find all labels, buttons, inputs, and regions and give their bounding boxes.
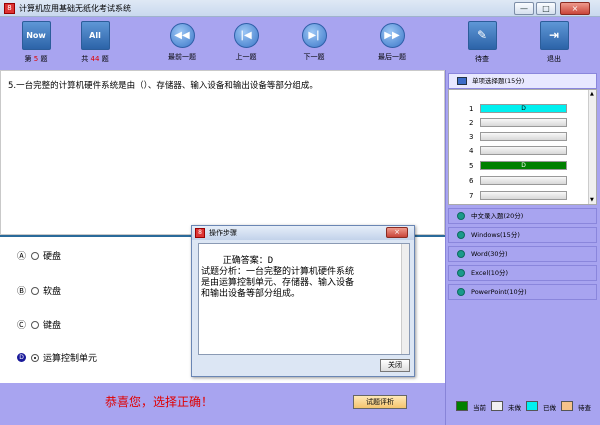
- option-b-label: 软盘: [43, 287, 62, 297]
- question-list-scrollbar[interactable]: ▲ ▼: [588, 90, 596, 204]
- legend-pending-swatch: [561, 401, 573, 411]
- total-questions-indicator: All 共 44 题: [78, 17, 112, 70]
- question-status-bar[interactable]: [480, 146, 567, 155]
- legend-current-swatch: [456, 401, 468, 411]
- option-c[interactable]: Ⓒ 键盘: [17, 318, 61, 331]
- dialog-titlebar: 8 操作步骤 ×: [192, 226, 414, 240]
- question-row-1[interactable]: 1 D: [449, 102, 589, 116]
- option-d-label: 运算控制单元: [43, 354, 98, 364]
- feedback-bar: 恭喜您，选择正确！ 试题评析: [0, 383, 445, 425]
- section-dot-icon: [457, 231, 465, 239]
- section-word[interactable]: Word(30分): [448, 246, 597, 262]
- question-row-5[interactable]: 5 D: [449, 159, 589, 173]
- exit-button[interactable]: ⇥ 退出: [538, 17, 570, 70]
- scroll-down-icon[interactable]: ▼: [590, 197, 594, 203]
- option-c-label: 键盘: [43, 321, 62, 331]
- option-a[interactable]: Ⓐ 硬盘: [17, 249, 61, 262]
- question-row-3[interactable]: 3: [449, 130, 589, 144]
- question-row-2[interactable]: 2: [449, 116, 589, 130]
- dialog-body-text: 正确答案：D 试题分析：一台完整的计算机硬件系统 是由运算控制单元、存储器、输入…: [201, 256, 355, 299]
- now-icon: Now: [21, 21, 51, 50]
- exit-icon: ⇥: [539, 21, 569, 50]
- prev-icon: |◀: [233, 23, 259, 48]
- pending-button[interactable]: ✎ 待查: [466, 17, 498, 70]
- close-window-button[interactable]: ×: [560, 2, 590, 15]
- question-navigator: 单项选择题(15分) 1 D 2 3 4 5 D 6 7 ▲ ▼ 中文录入题(2…: [445, 70, 600, 425]
- all-icon: All: [80, 21, 110, 50]
- analyze-button[interactable]: 试题评析: [353, 395, 407, 409]
- option-b[interactable]: Ⓑ 软盘: [17, 284, 61, 297]
- question-status-bar[interactable]: D: [480, 161, 567, 170]
- section-windows[interactable]: Windows(15分): [448, 227, 597, 243]
- dialog-scrollbar[interactable]: [401, 244, 409, 354]
- scroll-up-icon[interactable]: ▲: [590, 91, 594, 97]
- total-questions-label: 共 44 题: [81, 55, 109, 63]
- question-row-6[interactable]: 6: [449, 174, 589, 188]
- section-dot-icon: [457, 250, 465, 258]
- app-icon: 8: [4, 3, 15, 14]
- first-question-button[interactable]: ◀◀ 最前一题: [164, 17, 200, 70]
- current-question-label: 第 5 题: [24, 55, 48, 63]
- window-titlebar: 8 计算机应用基础无纸化考试系统 — □ ×: [0, 0, 600, 17]
- question-row-4[interactable]: 4: [449, 144, 589, 158]
- option-letter: Ⓑ: [17, 287, 27, 297]
- option-d[interactable]: D 运算控制单元: [17, 351, 97, 364]
- dialog-close-icon[interactable]: ×: [386, 227, 408, 238]
- question-status-bar[interactable]: D: [480, 104, 567, 113]
- option-c-radio[interactable]: [31, 320, 39, 329]
- dialog-title: 操作步骤: [209, 229, 237, 237]
- question-status-bar[interactable]: [480, 176, 567, 185]
- question-list: 1 D 2 3 4 5 D 6 7 ▲ ▼: [448, 89, 597, 205]
- prev-question-button[interactable]: |◀ 上一题: [230, 17, 262, 70]
- next-question-button[interactable]: ▶| 下一题: [298, 17, 330, 70]
- option-letter: D: [17, 353, 26, 362]
- option-letter: Ⓒ: [17, 321, 27, 331]
- total-questions-number: 44: [90, 55, 100, 63]
- question-status-bar[interactable]: [480, 118, 567, 127]
- toolbar: Now 第 5 题 All 共 44 题 ◀◀ 最前一题 |◀ 上一题 ▶| 下…: [0, 17, 600, 70]
- option-a-radio[interactable]: [31, 251, 39, 260]
- current-question-indicator: Now 第 5 题: [20, 17, 52, 70]
- maximize-button[interactable]: □: [536, 2, 556, 15]
- question-panel: 5.一台完整的计算机硬件系统是由（）、存储器、输入设备和输出设备等部分组成。: [0, 70, 445, 235]
- legend-todo-swatch: [491, 401, 503, 411]
- status-legend: 当前 未做 已做 待查: [446, 400, 600, 414]
- option-letter: Ⓐ: [17, 252, 27, 262]
- dialog-app-icon: 8: [195, 228, 205, 238]
- dialog-text: 正确答案：D 试题分析：一台完整的计算机硬件系统 是由运算控制单元、存储器、输入…: [198, 243, 410, 355]
- next-icon: ▶|: [301, 23, 327, 48]
- question-status-bar[interactable]: [480, 191, 567, 200]
- steps-dialog: 8 操作步骤 × 正确答案：D 试题分析：一台完整的计算机硬件系统 是由运算控制…: [191, 225, 415, 377]
- question-row-7[interactable]: 7: [449, 189, 589, 203]
- section-dot-icon: [457, 212, 465, 220]
- question-text: 5.一台完整的计算机硬件系统是由（）、存储器、输入设备和输出设备等部分组成。: [8, 81, 318, 91]
- section-powerpoint[interactable]: PowerPoint(10分): [448, 284, 597, 300]
- section-chinese-typing[interactable]: 中文录入题(20分): [448, 208, 597, 224]
- pending-icon: ✎: [467, 21, 497, 50]
- option-b-radio[interactable]: [31, 286, 39, 295]
- dialog-close-button[interactable]: 关闭: [380, 359, 410, 372]
- section-dot-icon: [457, 269, 465, 277]
- option-d-radio[interactable]: [31, 353, 39, 362]
- option-a-label: 硬盘: [43, 252, 62, 262]
- feedback-message: 恭喜您，选择正确！: [105, 395, 214, 409]
- fast-forward-icon: ▶▶: [379, 23, 405, 48]
- window-title: 计算机应用基础无纸化考试系统: [19, 4, 131, 13]
- rewind-icon: ◀◀: [169, 23, 195, 48]
- section-icon: [457, 77, 467, 85]
- last-question-button[interactable]: ▶▶ 最后一题: [374, 17, 410, 70]
- question-status-bar[interactable]: [480, 132, 567, 141]
- section-excel[interactable]: Excel(10分): [448, 265, 597, 281]
- minimize-button[interactable]: —: [514, 2, 534, 15]
- section-dot-icon: [457, 288, 465, 296]
- legend-done-swatch: [526, 401, 538, 411]
- current-question-number: 5: [33, 55, 39, 63]
- section-single-choice[interactable]: 单项选择题(15分): [448, 73, 597, 89]
